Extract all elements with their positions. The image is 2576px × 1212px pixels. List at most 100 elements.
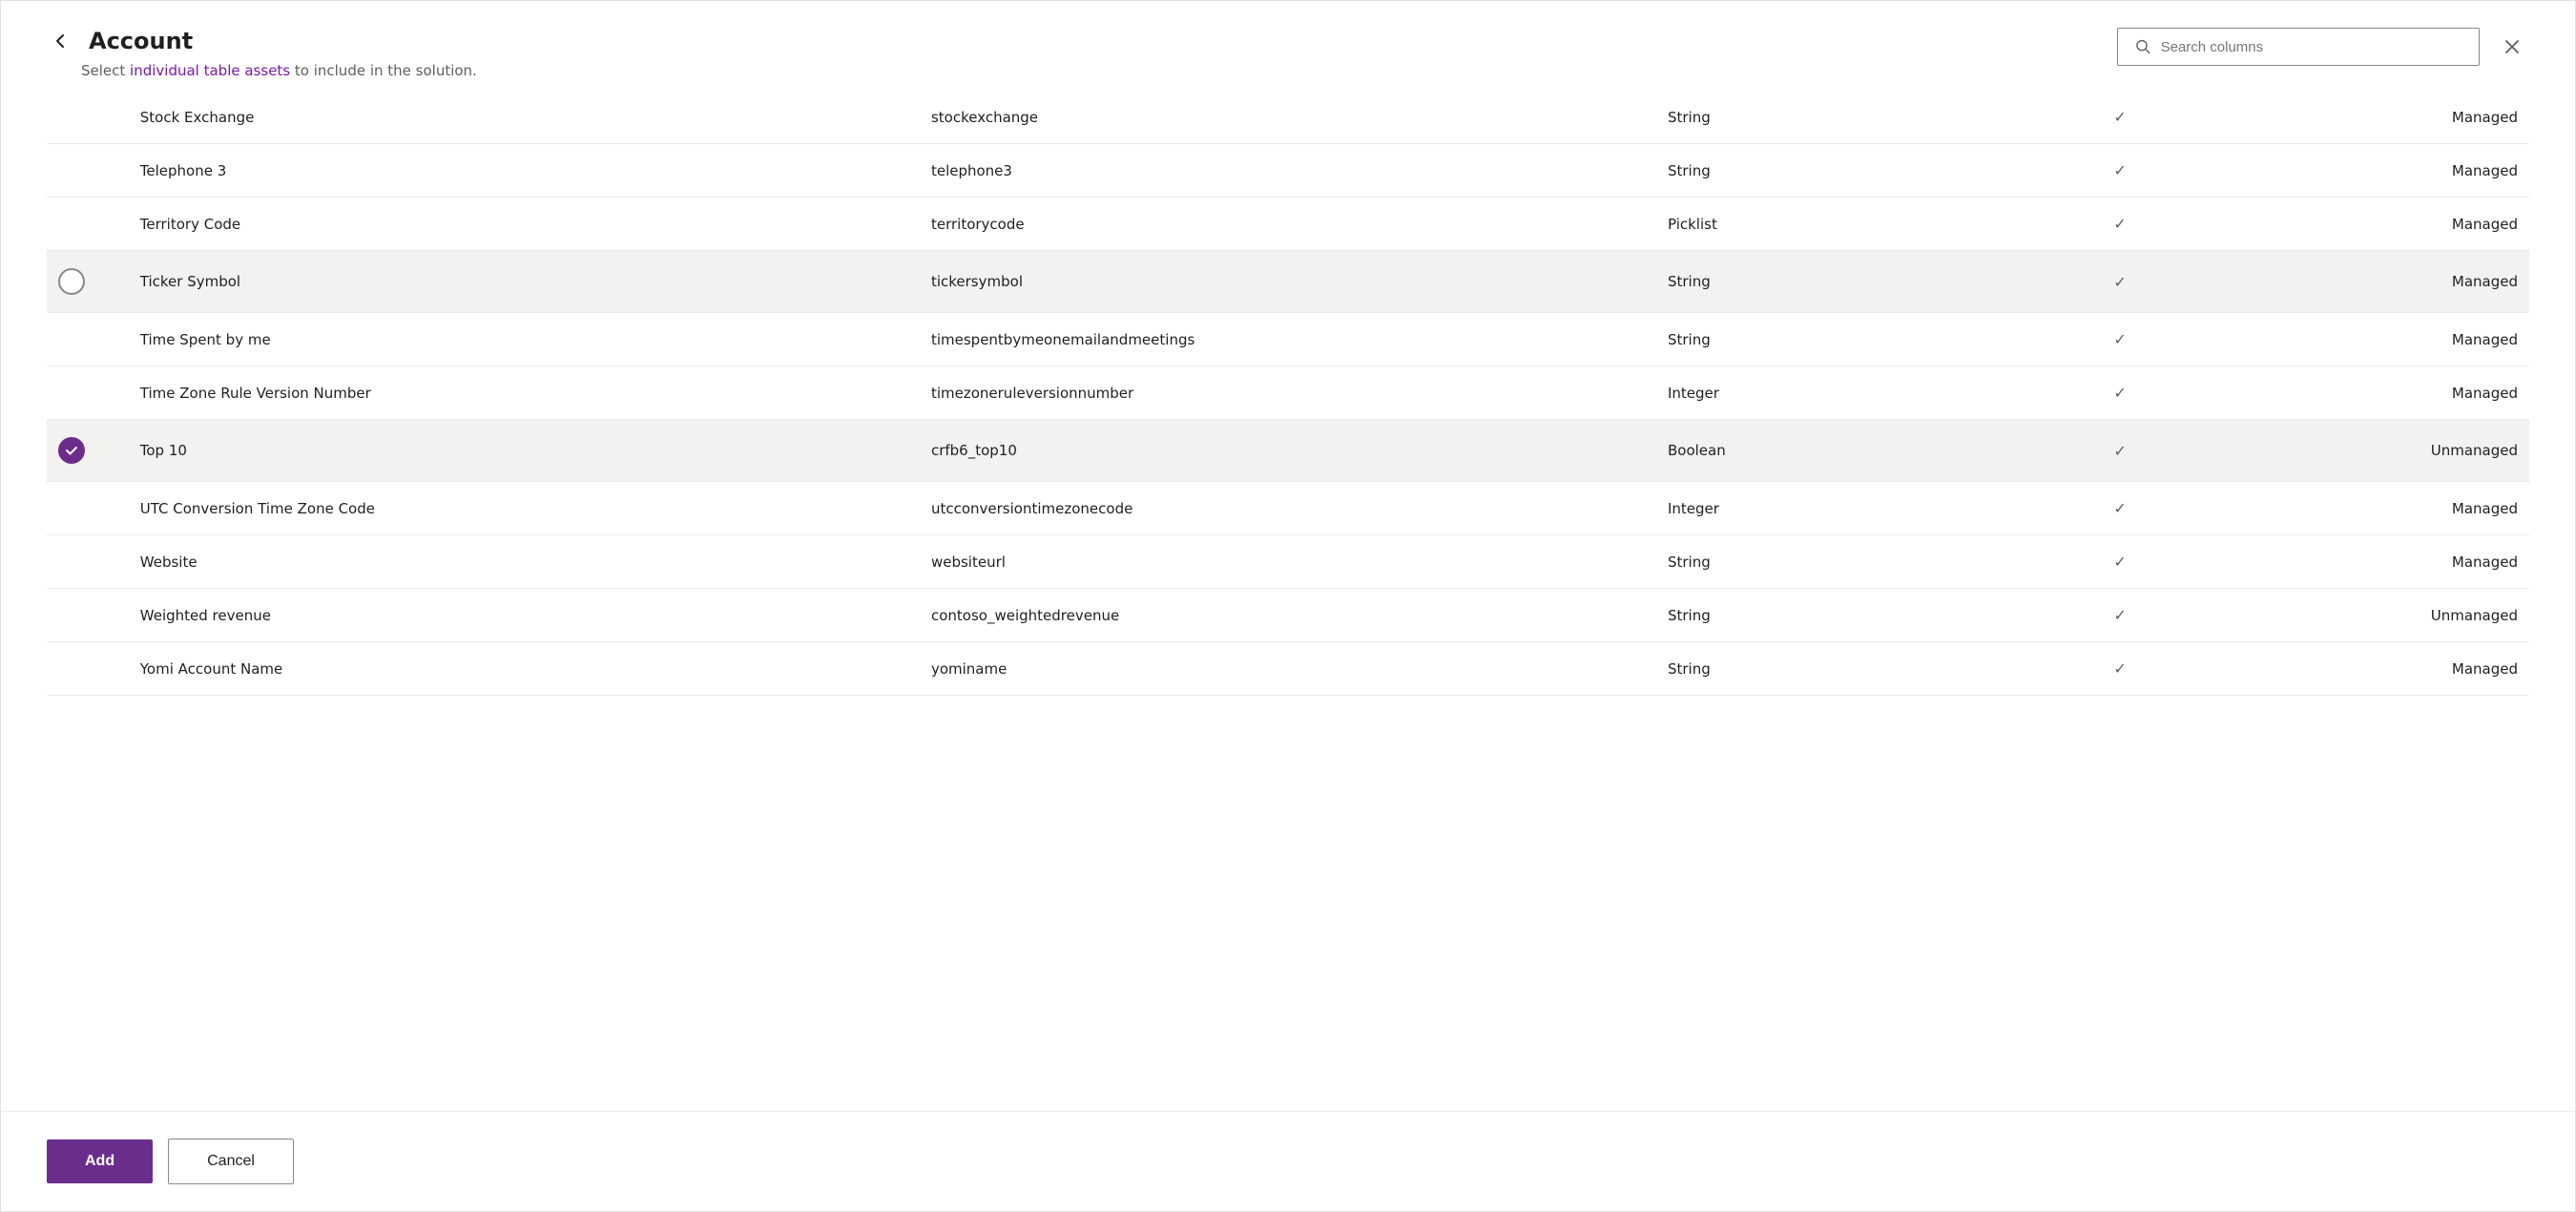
back-button[interactable] — [47, 28, 73, 54]
row-checkbox[interactable] — [58, 437, 85, 464]
check-icon: ✓ — [2113, 659, 2126, 678]
checkbox-cell[interactable] — [47, 589, 129, 642]
column-managed: Managed — [2202, 535, 2529, 589]
checkbox-cell[interactable] — [47, 420, 129, 482]
column-managed: Managed — [2202, 251, 2529, 313]
check-icon: ✓ — [2113, 273, 2126, 291]
checkbox-cell[interactable] — [47, 144, 129, 198]
check-icon: ✓ — [2113, 215, 2126, 233]
table-row: Territory CodeterritorycodePicklist ✓ Mana… — [47, 198, 2529, 251]
subtitle-highlight: individual table assets — [130, 62, 290, 79]
check-icon: ✓ — [2113, 330, 2126, 348]
column-name: Telephone 3 — [129, 144, 920, 198]
column-type: String — [1656, 91, 2038, 144]
column-name: Weighted revenue — [129, 589, 920, 642]
table-row: Telephone 3telephone3String✓Managed — [47, 144, 2529, 198]
checkbox-cell[interactable] — [47, 313, 129, 366]
column-type: Integer — [1656, 482, 2038, 535]
column-name: Territory Code — [129, 198, 920, 251]
table-row: UTC Conversion Time Zone Codeutcconversi… — [47, 482, 2529, 535]
modal-title: Account — [89, 28, 193, 54]
modal-footer: Add Cancel — [1, 1111, 2575, 1211]
column-check: ✓ — [2038, 482, 2202, 535]
column-schema: territorycode — [920, 198, 1656, 251]
column-name: Yomi Account Name — [129, 642, 920, 696]
checkmark-icon — [64, 443, 79, 458]
checkbox-cell[interactable] — [47, 251, 129, 313]
column-managed: Managed — [2202, 642, 2529, 696]
column-managed: Unmanaged — [2202, 589, 2529, 642]
search-icon — [2135, 38, 2151, 55]
search-box-container — [2117, 28, 2480, 66]
column-schema: contoso_weightedrevenue — [920, 589, 1656, 642]
subtitle-static: Select — [81, 62, 130, 79]
close-button[interactable] — [2495, 33, 2529, 60]
close-icon — [2503, 37, 2522, 56]
column-managed: Managed — [2202, 144, 2529, 198]
column-managed: Managed — [2202, 313, 2529, 366]
column-check: ✓ — [2038, 589, 2202, 642]
row-checkbox[interactable] — [58, 268, 85, 295]
header-right — [2117, 28, 2529, 66]
column-name: UTC Conversion Time Zone Code — [129, 482, 920, 535]
column-type: String — [1656, 642, 2038, 696]
column-managed: Managed — [2202, 198, 2529, 251]
header-left: Account Select individual table assets t… — [47, 28, 477, 79]
column-name: Time Spent by me — [129, 313, 920, 366]
table-row: Yomi Account NameyominameString✓Managed — [47, 642, 2529, 696]
column-check: ✓ — [2038, 313, 2202, 366]
column-schema: tickersymbol — [920, 251, 1656, 313]
column-check: ✓ — [2038, 535, 2202, 589]
column-managed: Managed — [2202, 482, 2529, 535]
column-type: Boolean — [1656, 420, 2038, 482]
column-name: Stock Exchange — [129, 91, 920, 144]
column-name: Time Zone Rule Version Number — [129, 366, 920, 420]
column-name: Top 10 — [129, 420, 920, 482]
search-input[interactable] — [2161, 39, 2462, 55]
table-row: Weighted revenuecontoso_weightedrevenueS… — [47, 589, 2529, 642]
check-icon: ✓ — [2113, 108, 2126, 126]
column-check: ✓ — [2038, 198, 2202, 251]
column-check: ✓ — [2038, 420, 2202, 482]
checkbox-cell[interactable] — [47, 366, 129, 420]
table-row: Time Spent by metimespentbymeonemailandm… — [47, 313, 2529, 366]
checkbox-cell[interactable] — [47, 198, 129, 251]
column-check: ✓ — [2038, 91, 2202, 144]
columns-table: Stock ExchangestockexchangeString✓Manage… — [47, 91, 2529, 696]
check-icon: ✓ — [2113, 384, 2126, 402]
column-schema: websiteurl — [920, 535, 1656, 589]
table-container: Stock ExchangestockexchangeString✓Manage… — [1, 91, 2575, 1111]
column-schema: timezoneruleversionnumber — [920, 366, 1656, 420]
column-schema: stockexchange — [920, 91, 1656, 144]
checkbox-cell[interactable] — [47, 642, 129, 696]
checkbox-cell[interactable] — [47, 91, 129, 144]
column-type: String — [1656, 251, 2038, 313]
column-check: ✓ — [2038, 144, 2202, 198]
column-check: ✓ — [2038, 366, 2202, 420]
column-managed: Managed — [2202, 91, 2529, 144]
check-icon: ✓ — [2113, 606, 2126, 624]
column-type: String — [1656, 313, 2038, 366]
column-schema: crfb6_top10 — [920, 420, 1656, 482]
subtitle-end: to include in the solution. — [290, 62, 477, 79]
modal-subtitle: Select individual table assets to includ… — [47, 62, 477, 79]
column-check: ✓ — [2038, 251, 2202, 313]
table-row: Ticker SymboltickersymbolString ✓ Managed — [47, 251, 2529, 313]
column-type: Integer — [1656, 366, 2038, 420]
column-schema: timespentbymeonemailandmeetings — [920, 313, 1656, 366]
column-schema: telephone3 — [920, 144, 1656, 198]
column-name: Ticker Symbol — [129, 251, 920, 313]
add-button[interactable]: Add — [47, 1139, 153, 1183]
back-icon — [51, 31, 70, 51]
column-type: Picklist — [1656, 198, 2038, 251]
check-icon: ✓ — [2113, 553, 2126, 571]
table-row: Top 10crfb6_top10Boolean✓Unmanaged — [47, 420, 2529, 482]
checkbox-cell[interactable] — [47, 482, 129, 535]
column-type: String — [1656, 144, 2038, 198]
table-row: WebsitewebsiteurlString✓Managed — [47, 535, 2529, 589]
checkbox-cell[interactable] — [47, 535, 129, 589]
title-row: Account — [47, 28, 477, 54]
column-managed: Managed — [2202, 366, 2529, 420]
cancel-button[interactable]: Cancel — [168, 1139, 294, 1184]
modal-header: Account Select individual table assets t… — [1, 1, 2575, 91]
